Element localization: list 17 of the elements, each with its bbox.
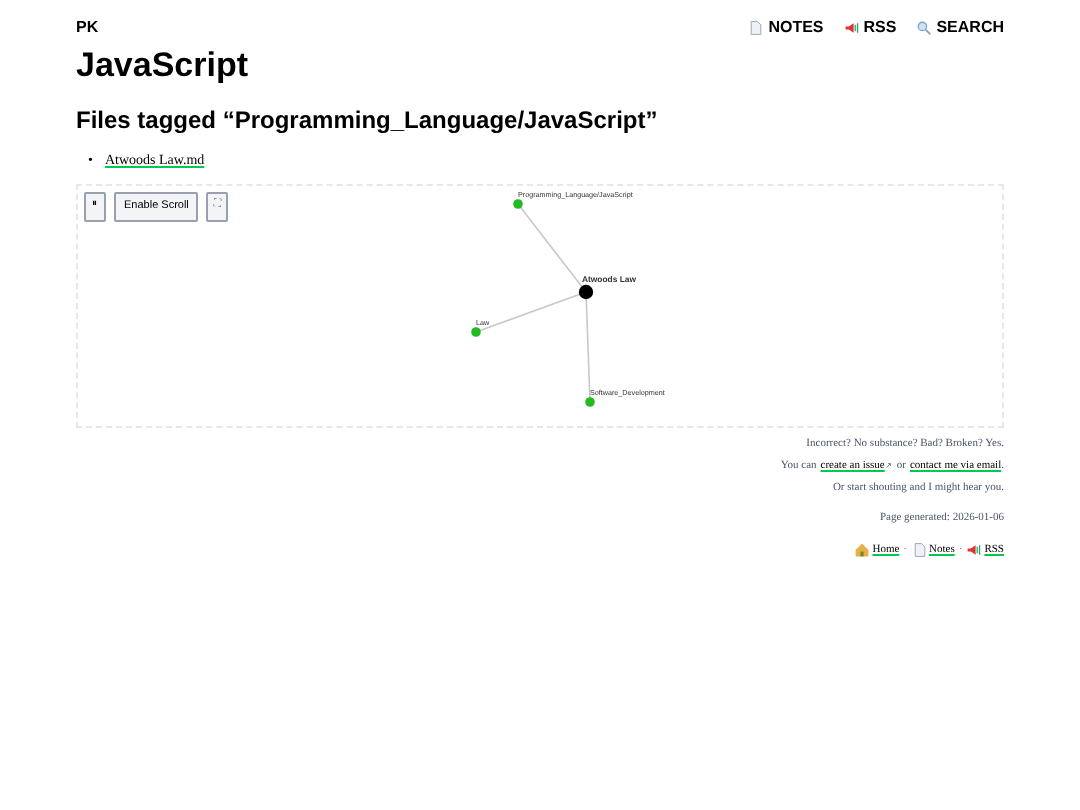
search-icon [916,20,933,36]
graph-node[interactable] [471,326,481,336]
external-link-icon [884,461,893,470]
graph-node[interactable] [585,396,595,406]
nav-link[interactable]: NOTES [768,16,824,40]
graph-node[interactable] [578,283,594,299]
nav-link[interactable]: SEARCH [936,16,1004,40]
nav-link[interactable]: RSS [863,16,897,40]
house-icon [854,541,871,558]
section-heading: Files tagged “Programming_Language/JavaScript” [76,104,660,138]
megaphone-icon [966,541,983,558]
page-title: JavaScript [76,48,250,82]
megaphone-icon [843,20,860,36]
graph-node[interactable] [513,198,523,208]
document-icon [748,20,765,36]
site-logo[interactable]: PK [76,16,99,40]
document-icon [911,541,928,558]
